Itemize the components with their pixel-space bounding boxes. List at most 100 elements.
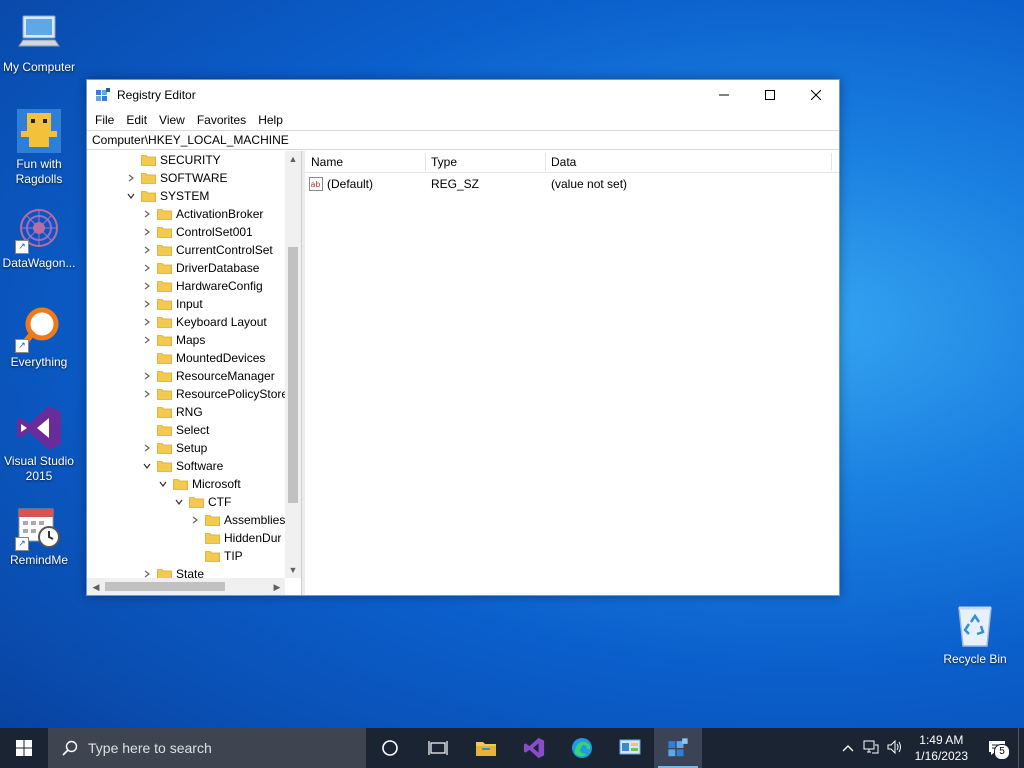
tree-node[interactable]: SECURITY [125,151,221,169]
tree-node[interactable]: CTF [173,493,231,511]
menu-favorites[interactable]: Favorites [191,113,252,127]
tree-node[interactable]: Setup [141,439,207,457]
folder-icon [141,154,156,166]
scroll-left-icon[interactable]: ◀ [88,579,104,595]
tree-node[interactable]: CurrentControlSet [141,241,273,259]
menu-edit[interactable]: Edit [120,113,153,127]
column-name-header[interactable]: Name [311,155,343,169]
taskbar-visual-studio[interactable] [510,728,558,768]
network-icon[interactable] [859,740,883,757]
desktop-icon-recycle-bin[interactable]: Recycle Bin [936,602,1014,667]
minimize-button[interactable] [701,80,747,110]
title-bar[interactable]: Registry Editor [87,80,839,110]
desktop-icon-my-computer[interactable]: My Computer [0,10,78,75]
key-tree[interactable]: SECURITY SOFTWARE SYSTEM ActivationBroker Co… [87,151,302,595]
show-hidden-icons-chevron-icon[interactable] [837,741,859,755]
tree-node[interactable]: TIP [189,547,243,565]
chevron-right-icon[interactable] [141,388,153,400]
tree-node[interactable]: SOFTWARE [125,169,228,187]
menu-help[interactable]: Help [252,113,289,127]
tree-node[interactable]: ActivationBroker [141,205,263,223]
chevron-right-icon[interactable] [141,280,153,292]
chevron-right-icon[interactable] [141,244,153,256]
taskbar-file-explorer[interactable] [462,728,510,768]
tree-node[interactable]: Keyboard Layout [141,313,267,331]
value-data: (value not set) [551,177,628,191]
vertical-scroll-thumb[interactable] [288,247,298,503]
scroll-right-icon[interactable]: ▶ [269,579,285,595]
tree-node[interactable]: HiddenDur [189,529,281,547]
desktop-icon-label: RemindMe [9,553,69,567]
svg-text:ab: ab [311,180,321,189]
desktop-icon-visual-studio[interactable]: Visual Studio 2015 [0,404,78,484]
maximize-button[interactable] [747,80,793,110]
tree-node[interactable]: MountedDevices [141,349,265,367]
tree-node[interactable]: ResourceManager [141,367,275,385]
chevron-down-icon[interactable] [141,460,153,472]
task-view-cortana-button[interactable] [366,728,414,768]
tree-node[interactable]: Maps [141,331,205,349]
tree-node[interactable]: Select [141,421,209,439]
desktop-icon-label: Fun with Ragdolls [15,157,63,186]
chevron-right-icon[interactable] [141,370,153,382]
chevron-right-icon[interactable] [141,208,153,220]
chevron-right-icon[interactable] [141,226,153,238]
desktop-icon-datawagon[interactable]: ↗ DataWagon... [0,206,78,271]
close-button[interactable] [793,80,839,110]
chevron-right-icon[interactable] [141,316,153,328]
chevron-right-icon[interactable] [141,298,153,310]
tree-node[interactable]: HardwareConfig [141,277,263,295]
tree-node[interactable]: SYSTEM [125,187,209,205]
tree-connector [141,424,153,436]
chevron-right-icon[interactable] [141,442,153,454]
tree-node[interactable]: ControlSet001 [141,223,253,241]
tree-node[interactable]: Microsoft [157,475,241,493]
folder-icon [189,496,204,508]
chevron-right-icon[interactable] [141,334,153,346]
column-data-header[interactable]: Data [551,155,576,169]
scroll-down-icon[interactable]: ▼ [285,562,301,578]
chevron-right-icon[interactable] [189,514,201,526]
registry-editor-window: Registry Editor File Edit View Favorites… [86,79,840,596]
tree-vertical-scrollbar[interactable]: ▲ ▼ [285,151,301,578]
desktop-icon-everything[interactable]: ↗ Everything [0,305,78,370]
maximize-icon [765,90,775,100]
chevron-down-icon[interactable] [157,478,169,490]
file-explorer-icon [476,742,496,756]
taskbar-search-box[interactable]: Type here to search [48,728,366,768]
tree-node[interactable]: ResourcePolicyStore [141,385,288,403]
chevron-right-icon[interactable] [125,172,137,184]
scroll-up-icon[interactable]: ▲ [285,151,301,167]
tree-node-label: Maps [176,333,206,347]
folder-icon [157,460,172,472]
chevron-right-icon[interactable] [141,262,153,274]
tree-node[interactable]: Input [141,295,203,313]
column-type-header[interactable]: Type [431,155,457,169]
start-button[interactable] [0,728,48,768]
taskbar-registry-editor[interactable] [654,728,702,768]
tree-node[interactable]: DriverDatabase [141,259,259,277]
desktop-icon-fun-with-ragdolls[interactable]: Fun with Ragdolls [0,107,78,187]
tree-node[interactable]: RNG [141,403,203,421]
menu-view[interactable]: View [153,113,191,127]
task-view-button[interactable] [414,728,462,768]
tree-node[interactable]: Assemblies [189,511,285,529]
volume-icon[interactable] [883,739,907,757]
chevron-down-icon[interactable] [125,190,137,202]
action-center-button[interactable]: 5 [976,728,1018,768]
show-desktop-button[interactable] [1018,728,1024,768]
horizontal-scroll-thumb[interactable] [105,582,225,591]
tree-connector [189,532,201,544]
address-bar[interactable]: Computer\HKEY_LOCAL_MACHINE [87,130,839,150]
menu-file[interactable]: File [89,113,120,127]
tree-node[interactable]: Software [141,457,223,475]
taskbar-clock[interactable]: 1:49 AM 1/16/2023 [915,732,968,764]
values-list[interactable]: Name Type Data ab (Default) REG_SZ (valu… [302,151,839,595]
taskbar-control-panel[interactable] [606,728,654,768]
desktop-icon-remindme[interactable]: ↗ RemindMe [0,503,78,568]
chevron-down-icon[interactable] [173,496,185,508]
value-row[interactable]: ab (Default) REG_SZ (value not set) [305,175,839,193]
tree-horizontal-scrollbar[interactable]: ◀ ▶ [87,578,285,595]
list-header: Name Type Data [305,151,839,173]
taskbar-edge[interactable] [558,728,606,768]
